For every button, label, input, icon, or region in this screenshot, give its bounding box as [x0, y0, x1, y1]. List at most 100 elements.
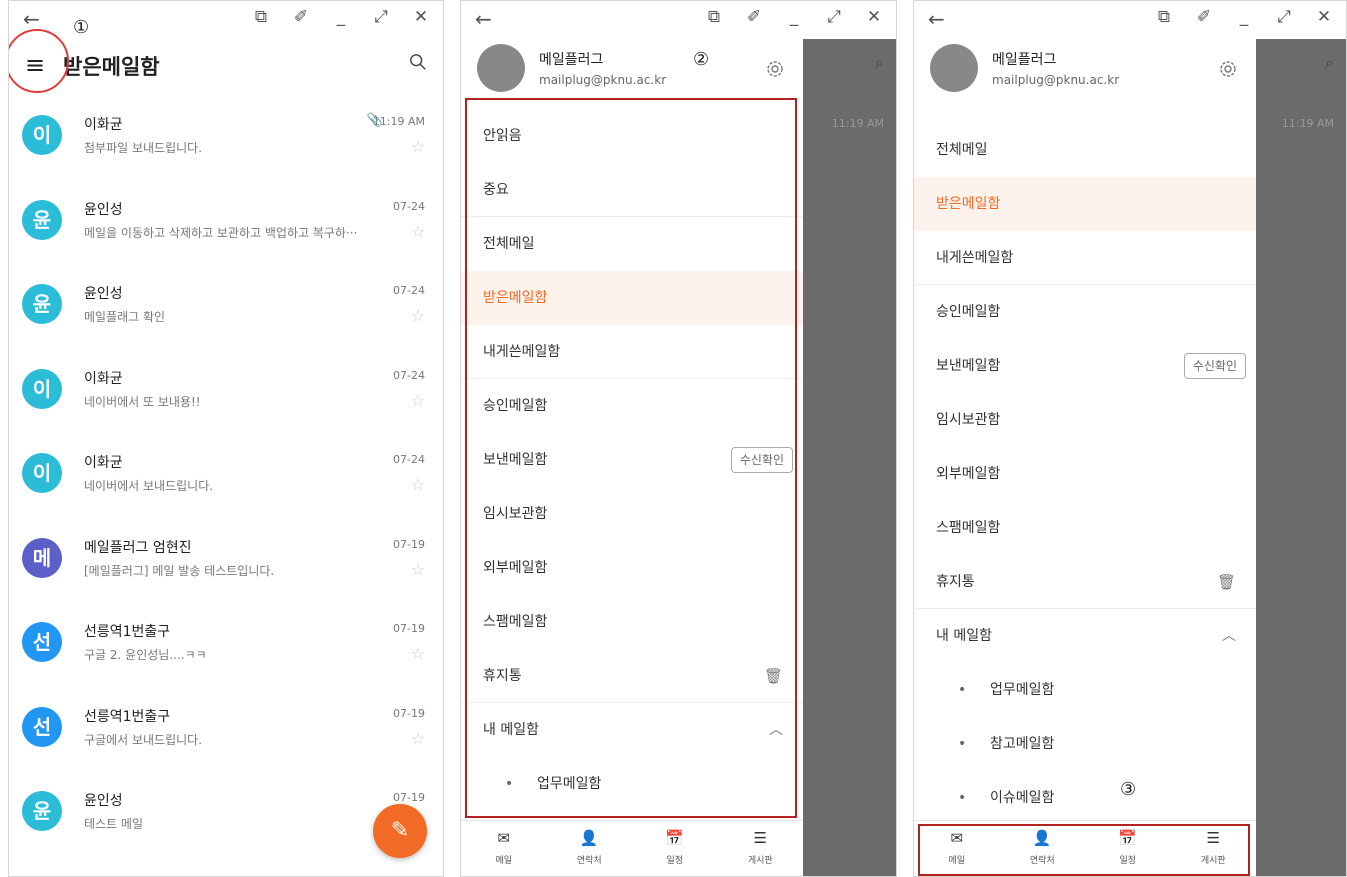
sender-name: 이화균: [84, 117, 123, 133]
mail-preview: [메일플러그] 메일 발송 테스트입니다.: [84, 563, 275, 578]
user-name: 메일플러그: [539, 52, 604, 68]
compose-button[interactable]: ✎: [373, 804, 427, 858]
mail-list-screen: ← ⧉ ✐ _ ⤢ ✕ ① ≡ 받은메일함 이 이화균 첨부파일 보내드립니다. 11…: [8, 0, 444, 877]
back-arrow-icon[interactable]: ←: [475, 7, 492, 31]
nav-label: 연락처: [576, 856, 602, 866]
chevron-up-icon[interactable]: ︿: [1222, 609, 1236, 663]
close-icon[interactable]: ✕: [864, 7, 884, 27]
close-icon[interactable]: ✕: [1314, 7, 1334, 27]
back-arrow-icon[interactable]: ←: [23, 7, 40, 31]
search-icon: ⌕: [1325, 53, 1334, 72]
avatar: 이: [22, 368, 62, 409]
pin-icon[interactable]: ✐: [291, 7, 311, 27]
maximize-icon[interactable]: ⤢: [1274, 7, 1294, 27]
ghost-time: 11:19 AM: [831, 117, 884, 130]
menu-item-label: 휴지통: [936, 574, 975, 590]
menu-item-label: 받은메일함: [936, 196, 1001, 212]
gear-icon[interactable]: [1218, 59, 1238, 79]
trash-icon[interactable]: 🗑: [1217, 555, 1236, 609]
window-snap-icon[interactable]: ⧉: [251, 7, 271, 27]
page-title: 받은메일함: [63, 55, 160, 79]
window-snap-icon[interactable]: ⧉: [704, 7, 724, 27]
minimize-icon[interactable]: _: [331, 7, 351, 27]
dimmed-background[interactable]: ⌕ 11:19 AM: [1256, 39, 1346, 876]
list-item[interactable]: 이 이화균 네이버에서 보내드립니다. 07-24 ☆: [9, 437, 443, 522]
menu-item[interactable]: 휴지통 🗑: [914, 555, 1256, 609]
star-icon[interactable]: ☆: [411, 391, 425, 410]
window-titlebar: ← ⧉ ✐ _ ⤢ ✕: [461, 1, 896, 39]
list-item[interactable]: 이 이화균 첨부파일 보내드립니다. 11:19 AM 📎 ☆: [9, 99, 443, 184]
pin-icon[interactable]: ✐: [744, 7, 764, 27]
menu-item[interactable]: 임시보관함: [914, 393, 1256, 447]
nav-tab-calendar[interactable]: 📅 일정: [632, 821, 718, 876]
sender-name: 선릉역1번출구: [84, 624, 171, 640]
annotation-circle: [9, 29, 69, 93]
bottom-nav: ✉ 메일 👤 연락처 📅 일정 ☰ 게시판: [461, 820, 803, 876]
list-item[interactable]: 메 메일플러그 엄현진 [메일플러그] 메일 발송 테스트입니다. 07-19 ☆: [9, 522, 443, 607]
menu-item[interactable]: 받은메일함: [914, 177, 1256, 231]
avatar: 이: [22, 115, 62, 155]
sender-name: 이화균: [84, 370, 123, 387]
annotation-box: [465, 98, 797, 818]
star-icon[interactable]: ☆: [411, 644, 425, 663]
pin-icon[interactable]: ✐: [1194, 7, 1214, 27]
submenu-item[interactable]: 업무메일함: [914, 663, 1256, 717]
sender-name: 선릉역1번출구: [84, 708, 171, 725]
submenu-item[interactable]: 참고메일함: [914, 717, 1256, 771]
star-icon[interactable]: ☆: [411, 137, 425, 156]
close-icon[interactable]: ✕: [411, 7, 431, 27]
menu-item[interactable]: 승인메일함: [914, 285, 1256, 339]
annotation-marker-3: ③: [1120, 779, 1137, 800]
drawer-screen-2: ← ⧉ ✐ _ ⤢ ✕ ⌕ 11:19 AM 메일플러그 mailplug@pk…: [460, 0, 897, 877]
maximize-icon[interactable]: ⤢: [824, 7, 844, 27]
mail-preview: 네이버에서 또 보내용!!: [84, 394, 201, 409]
user-name: 메일플러그: [992, 52, 1057, 68]
menu-item-label: 승인메일함: [936, 304, 1001, 320]
nav-tab-contact[interactable]: 👤 연락처: [547, 821, 633, 876]
menu-item-label: 내게쓴메일함: [936, 250, 1014, 266]
menu-item[interactable]: 내 메일함 ︿: [914, 609, 1256, 663]
sender-name: 윤인성: [84, 286, 123, 302]
avatar: 윤: [22, 791, 62, 831]
list-item[interactable]: 이 이화균네이버에서 또 보내용!! 07-24 ☆: [9, 353, 443, 438]
star-icon[interactable]: ☆: [411, 560, 425, 579]
submenu-item[interactable]: 이슈메일함: [914, 771, 1256, 825]
list-item[interactable]: 윤 윤인성 메일플래그 확인 07-24 ☆: [9, 268, 443, 353]
gear-icon[interactable]: [765, 59, 785, 79]
sender-name: 메일플러그 엄현진: [84, 539, 192, 556]
receipt-check-button[interactable]: 수신확인: [1183, 353, 1246, 379]
mail-preview: 테스트 메일: [84, 817, 144, 831]
maximize-icon[interactable]: ⤢: [371, 7, 391, 27]
dimmed-background[interactable]: ⌕ 11:19 AM: [803, 39, 896, 876]
star-icon[interactable]: ☆: [411, 306, 425, 325]
menu-item-label: 임시보관함: [936, 412, 1001, 428]
menu-item[interactable]: 내게쓴메일함: [914, 231, 1256, 285]
drawer-screen-3: ← ⧉ ✐ _ ⤢ ✕ ⌕ 11:19 AM 메일플러그 mailplug@pk…: [913, 0, 1347, 877]
menu-item[interactable]: 보낸메일함 수신확인: [914, 339, 1256, 393]
list-item[interactable]: 선 선릉역1번출구 구글에서 보내드립니다. 07-19 ☆: [9, 691, 443, 776]
search-icon[interactable]: [409, 53, 427, 71]
list-item[interactable]: 선 선릉역1번출구 구글 2. 윤인성님....ㅋㅋ 07-19 ☆: [9, 606, 443, 691]
ghost-time: 11:19 AM: [1281, 117, 1334, 130]
star-icon[interactable]: ☆: [411, 475, 425, 494]
mail-time: 07-24: [393, 368, 425, 382]
minimize-icon[interactable]: _: [1234, 7, 1254, 27]
window-snap-icon[interactable]: ⧉: [1154, 7, 1174, 27]
nav-label: 게시판: [747, 856, 773, 866]
menu-item[interactable]: 스팸메일함: [914, 501, 1256, 555]
menu-item[interactable]: 전체메일: [914, 123, 1256, 177]
navigation-drawer: 메일플러그 mailplug@pknu.ac.kr 전체메일 받은메일함 내게쓴메일…: [914, 39, 1256, 876]
nav-tab-board[interactable]: ☰ 게시판: [718, 821, 804, 876]
list-item[interactable]: 윤 윤인성 메일을 이동하고 삭제하고 보관하고 백업하고 복구하··· 07-24 ☆: [9, 184, 443, 269]
avatar: 선: [22, 622, 62, 662]
star-icon[interactable]: ☆: [411, 222, 425, 241]
minimize-icon[interactable]: _: [784, 7, 804, 27]
app-bar: ≡ 받은메일함: [9, 39, 443, 95]
mail-preview: 메일을 이동하고 삭제하고 보관하고 백업하고 복구하···: [84, 225, 358, 240]
star-icon[interactable]: ☆: [411, 729, 425, 748]
nav-tab-envelope[interactable]: ✉ 메일: [461, 821, 547, 876]
mail-time: 07-19: [393, 791, 425, 804]
menu-item[interactable]: 외부메일함: [914, 447, 1256, 501]
nav-label: 일정: [666, 856, 684, 866]
back-arrow-icon[interactable]: ←: [928, 7, 945, 31]
